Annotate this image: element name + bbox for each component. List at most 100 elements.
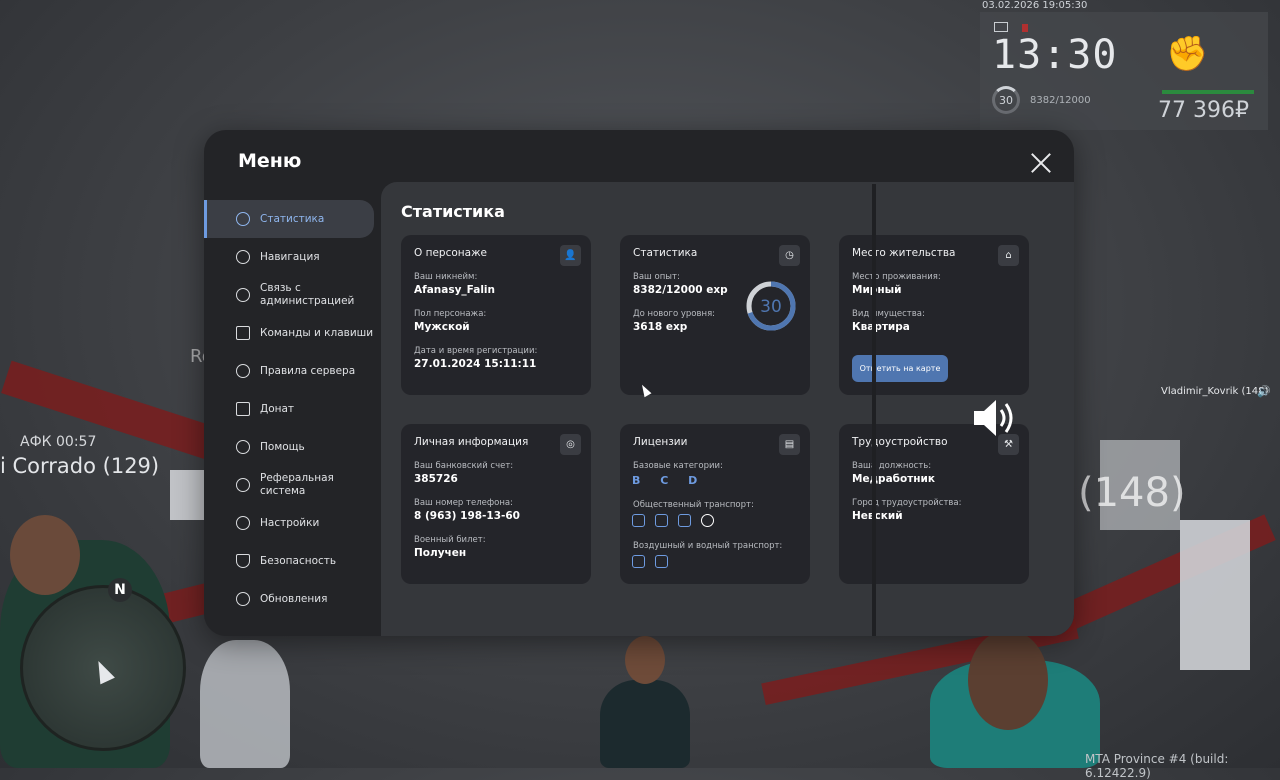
sidebar-item-statistics[interactable]: Статистика [204,200,374,238]
next-level-value: 3618 exp [633,321,688,333]
handshake-icon [236,440,250,454]
nickname-value: Afanasy_Falin [414,284,496,296]
sidebar-item-referral[interactable]: Реферальная система [204,466,344,504]
card-title: Статистика [633,247,698,259]
field-label: Место проживания: [852,272,941,282]
field-label: Военный билет: [414,535,486,545]
compass-icon [236,250,250,264]
sidebar-item-label: Донат [260,402,295,415]
exp-value: 8382/12000 exp [633,284,728,296]
field-label: Общественный транспорт: [633,500,754,510]
sidebar-item-label: Безопасность [260,554,337,567]
sidebar-item-updates[interactable]: Обновления [204,580,380,618]
keyboard-icon [236,326,250,340]
sidebar-item-label: Обновления [260,592,328,605]
registration-value: 27.01.2024 15:11:11 [414,358,537,370]
field-label: Пол персонажа: [414,309,487,319]
voice-speaker-icon [974,400,1013,436]
hud-level-ring: 30 [992,86,1020,114]
sidebar-item-label: Связь с администрацией [260,282,355,307]
sidebar-item-rules[interactable]: Правила сервера [204,352,380,390]
person-icon[interactable]: 👤 [560,245,581,266]
license-categories: B C D [632,474,706,487]
field-label: Воздушный и водный транспорт: [633,541,783,551]
field-label: Базовые категории: [633,461,723,471]
player-nametag: (148) [1078,470,1186,516]
level-number: 30 [760,297,782,317]
field-label: Ваш номер телефона: [414,498,513,508]
sidebar-item-commands[interactable]: Команды и клавиши [204,314,380,352]
card-stats: Статистика ◷ Ваш опыт: 8382/12000 exp До… [620,235,810,395]
npc-character [600,680,690,768]
hud-datetime: 03.02.2026 19:05:30 [982,0,1088,11]
airplane-icon [632,555,645,568]
field-label: Ваша должность: [852,461,932,471]
sidebar: Статистика Навигация Связь с администрац… [204,200,380,618]
sound-wave [1004,403,1013,433]
bus-icon [632,514,645,527]
sidebar-item-admin-contact[interactable]: Связь с администрацией [204,276,354,314]
boat-icon [655,555,668,568]
sidebar-item-label: Реферальная система [260,472,334,497]
trolleybus-icon [678,514,691,527]
tram-icon [701,514,714,527]
mail-icon [994,22,1008,32]
card-licenses: Лицензии ▤ Базовые категории: B C D Обще… [620,424,810,584]
white-block [1180,520,1250,670]
card-title: Место жительства [852,247,956,259]
sidebar-item-label: Команды и клавиши [260,326,374,339]
field-label: До нового уровня: [633,309,716,319]
level-progress-ring: 30 [746,281,796,331]
mark-on-map-button[interactable]: Отметить на карте [852,355,948,382]
content-scrollbar[interactable] [872,184,876,636]
card-title: Трудоустройство [852,436,948,448]
gear-icon [236,516,250,530]
voice-speaker-icon: 🔊 [1257,385,1271,398]
license-icon[interactable]: ▤ [779,434,800,455]
sidebar-item-security[interactable]: Безопасность [204,542,380,580]
clock-icon[interactable]: ◷ [779,245,800,266]
sidebar-item-donate[interactable]: Донат [204,390,380,428]
card-title: Лицензии [633,436,688,448]
property-value: Квартира [852,321,910,333]
job-city-value: Невский [852,510,903,522]
card-residence: Место жительства ⌂ Место проживания: Мир… [839,235,1029,395]
people-network-icon [236,478,250,492]
microphone-icon [1022,24,1028,32]
scales-icon [236,364,250,378]
military-id-value: Получен [414,547,467,559]
close-button[interactable] [1030,152,1052,174]
menu-window: Меню Статистика Навигация Связь с админи… [204,130,1074,636]
check-circle-icon [236,592,250,606]
sidebar-item-label: Правила сервера [260,364,356,377]
sidebar-item-help[interactable]: Помощь [204,428,380,466]
speaker-body [974,400,996,436]
card-title: Личная информация [414,436,529,448]
afk-indicator: АФК 00:57 [20,434,97,450]
field-label: Город трудоустройства: [852,498,962,508]
npc-head [10,515,80,595]
field-label: Дата и время регистрации: [414,346,538,356]
sidebar-item-settings[interactable]: Настройки [204,504,380,542]
residence-value: Мирный [852,284,902,296]
sidebar-item-navigation[interactable]: Навигация [204,238,380,276]
fingerprint-icon[interactable]: ◎ [560,434,581,455]
content-title: Статистика [401,202,505,221]
build-info: MTA Province #4 (build: 6.12422.9) [1085,752,1229,780]
sidebar-item-label: Настройки [260,516,320,529]
position-value: Медработник [852,473,936,485]
compass-north-indicator: N [108,578,132,602]
hud-exp: 8382/12000 [1030,95,1091,106]
field-label: Ваш банковский счет: [414,461,514,471]
npc-head [968,630,1048,730]
player-nametag: i Corrado (129) [0,454,160,478]
wallet-icon [236,402,250,416]
sound-wave [999,409,1006,427]
home-icon[interactable]: ⌂ [998,245,1019,266]
field-label: Ваш опыт: [633,272,680,282]
hud-clock: 13:30 [992,32,1118,78]
sidebar-item-label: Помощь [260,440,305,453]
coach-icon [655,514,668,527]
npc-head [625,636,665,684]
fist-icon: ✊ [1166,34,1209,74]
